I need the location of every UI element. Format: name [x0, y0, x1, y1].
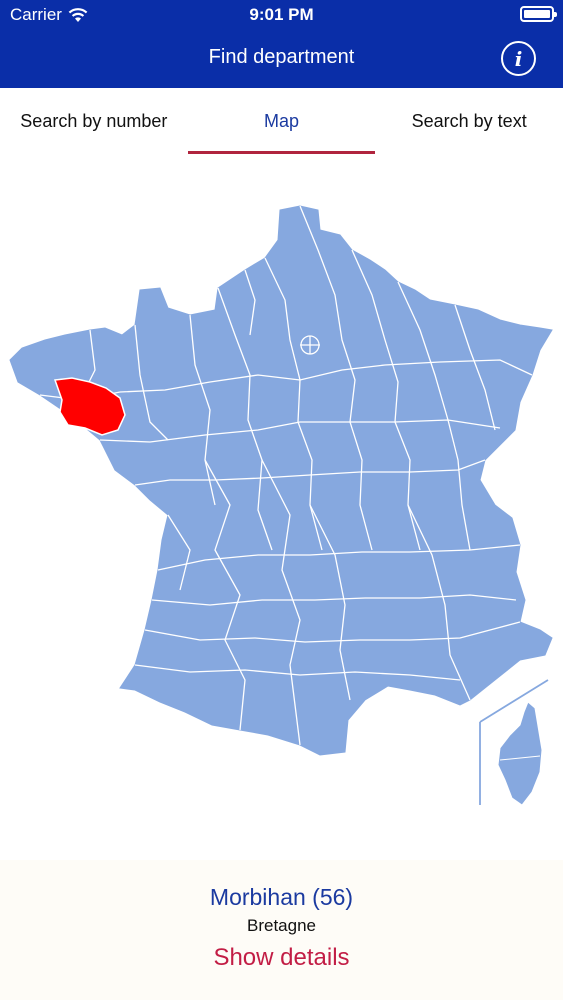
tab-bar: Search by number Map Search by text [0, 88, 563, 156]
tab-search-by-number[interactable]: Search by number [0, 88, 188, 156]
info-button[interactable]: i [501, 41, 536, 76]
corsica[interactable] [497, 701, 543, 806]
tab-map[interactable]: Map [187, 88, 376, 156]
status-time: 9:01 PM [249, 5, 314, 24]
map-svg[interactable] [0, 160, 563, 860]
region-name: Bretagne [247, 916, 316, 935]
tab-search-by-text[interactable]: Search by text [375, 88, 563, 156]
france-map[interactable] [0, 160, 563, 860]
battery-icon [520, 6, 557, 22]
nav-header: Carrier 9:01 PM Find department i [0, 0, 563, 88]
selection-panel: Morbihan (56) Bretagne Show details [0, 860, 563, 1000]
info-icon: i [514, 46, 523, 71]
status-bar: Carrier 9:01 PM [0, 0, 563, 30]
department-name: Morbihan (56) [209, 884, 354, 910]
page-title: Find department [208, 46, 355, 68]
show-details-link[interactable]: Show details [0, 944, 563, 972]
